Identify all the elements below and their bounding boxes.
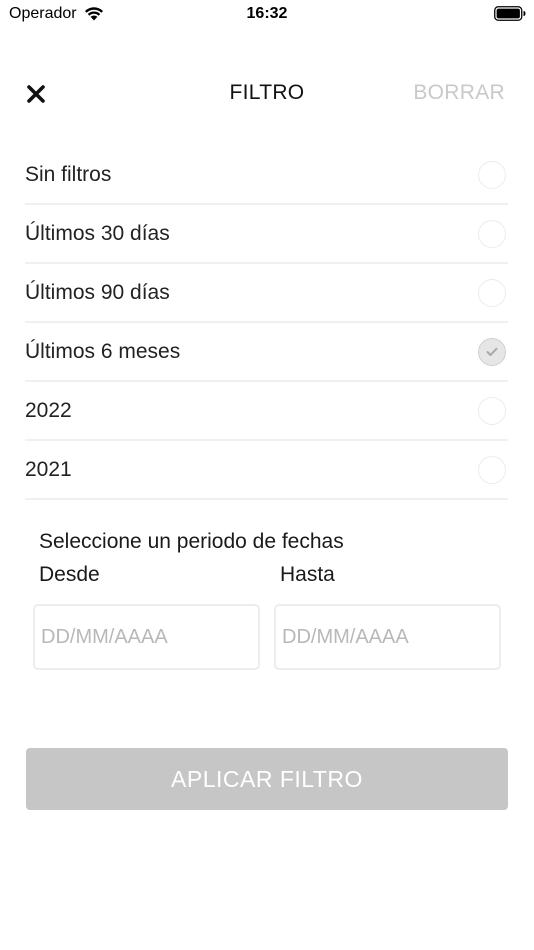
date-to-label: Hasta — [280, 563, 335, 586]
battery-icon — [494, 6, 526, 21]
filter-option-2022[interactable]: 2022 — [25, 382, 508, 441]
date-from-label: Desde — [39, 563, 100, 586]
filter-list: Sin filtros Últimos 30 días Últimos 90 d… — [25, 146, 508, 500]
filter-option-label: Últimos 90 días — [25, 281, 170, 304]
radio-button-selected[interactable] — [478, 338, 506, 366]
date-to-input[interactable] — [274, 604, 501, 670]
radio-button[interactable] — [478, 456, 506, 484]
filter-option-sin-filtros[interactable]: Sin filtros — [25, 146, 508, 205]
date-range-section: Seleccione un periodo de fechas Desde Ha… — [39, 530, 509, 586]
radio-button[interactable] — [478, 220, 506, 248]
header: FILTRO BORRAR — [0, 70, 534, 116]
filter-screen: Operador 16:32 FILTRO BORRAR Sin filtros — [0, 0, 534, 950]
filter-option-label: Sin filtros — [25, 163, 112, 186]
radio-button[interactable] — [478, 397, 506, 425]
filter-option-label: Últimos 6 meses — [25, 340, 181, 363]
filter-option-ultimos-6-meses[interactable]: Últimos 6 meses — [25, 323, 508, 382]
status-bar: Operador 16:32 — [0, 0, 534, 28]
filter-option-2021[interactable]: 2021 — [25, 441, 508, 500]
apply-filter-button[interactable]: APLICAR FILTRO — [26, 748, 508, 810]
clear-button[interactable]: BORRAR — [413, 81, 505, 105]
radio-button[interactable] — [478, 279, 506, 307]
filter-option-label: Últimos 30 días — [25, 222, 170, 245]
filter-option-label: 2021 — [25, 458, 72, 481]
checkmark-icon — [486, 347, 498, 356]
filter-option-label: 2022 — [25, 399, 72, 422]
date-from-input[interactable] — [33, 604, 260, 670]
status-time: 16:32 — [246, 5, 288, 22]
filter-option-ultimos-30-dias[interactable]: Últimos 30 días — [25, 205, 508, 264]
filter-option-ultimos-90-dias[interactable]: Últimos 90 días — [25, 264, 508, 323]
radio-button[interactable] — [478, 161, 506, 189]
date-range-title: Seleccione un periodo de fechas — [39, 530, 344, 553]
